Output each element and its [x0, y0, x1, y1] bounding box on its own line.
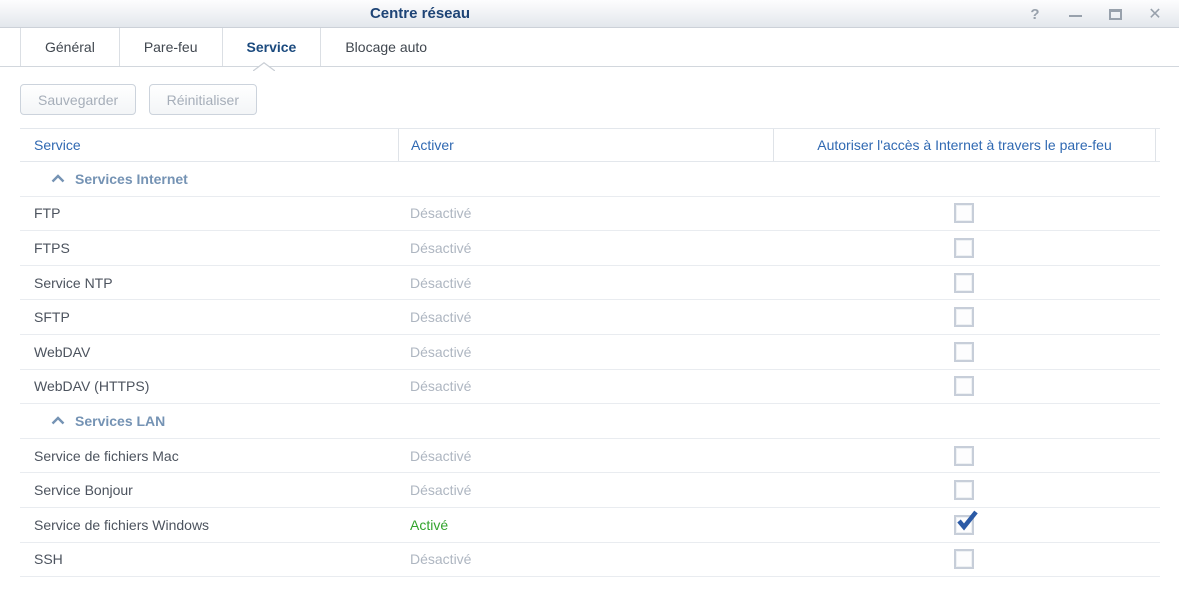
table-row: FTPS Désactivé: [20, 231, 1160, 266]
service-name-cell: FTP: [34, 205, 61, 222]
group-header-services-internet[interactable]: Services Internet: [20, 162, 1160, 197]
column-header-service[interactable]: Service: [20, 129, 398, 161]
column-header-activer[interactable]: Activer: [398, 129, 773, 161]
service-name-cell: FTPS: [34, 239, 70, 256]
network-center-window: Centre réseau ? ✕ Général Pare-feu Servi…: [0, 0, 1179, 603]
chevron-up-icon: [51, 174, 65, 183]
firewall-allow-checkbox[interactable]: [954, 480, 974, 501]
service-name-cell: SSH: [34, 551, 63, 568]
service-name-cell: WebDAV (HTTPS): [34, 378, 150, 395]
firewall-allow-checkbox[interactable]: [954, 272, 974, 293]
table-row: Service Bonjour Désactivé: [20, 473, 1160, 508]
services-table: Service Activer Autoriser l'accès à Inte…: [20, 128, 1160, 578]
chevron-up-icon: [51, 416, 65, 425]
reset-button[interactable]: Réinitialiser: [148, 84, 257, 115]
help-icon[interactable]: ?: [1023, 2, 1047, 26]
status-text: Activé: [410, 516, 449, 533]
save-button[interactable]: Sauvegarder: [20, 84, 137, 115]
status-text: Désactivé: [410, 239, 472, 256]
status-text: Désactivé: [410, 343, 472, 360]
titlebar: Centre réseau ? ✕: [0, 0, 1179, 28]
service-name-cell: Service NTP: [34, 274, 113, 291]
firewall-allow-checkbox[interactable]: [954, 549, 974, 570]
toolbar: Sauvegarder Réinitialiser: [0, 67, 1179, 128]
table-row: SFTP Désactivé: [20, 300, 1160, 335]
group-header-services-lan[interactable]: Services LAN: [20, 404, 1160, 439]
tab-bar: Général Pare-feu Service Blocage auto: [0, 28, 1179, 72]
table-row: Service de fichiers Mac Désactivé: [20, 439, 1160, 474]
service-name-cell: WebDAV: [34, 343, 91, 360]
column-header-firewall-access[interactable]: Autoriser l'accès à Internet à travers l…: [773, 129, 1155, 161]
status-text: Désactivé: [410, 378, 472, 395]
table-row: Service de fichiers Windows Activé: [20, 508, 1160, 543]
status-text: Désactivé: [410, 447, 472, 464]
window-controls: ? ✕: [1015, 0, 1175, 28]
firewall-allow-checkbox[interactable]: [954, 341, 974, 362]
window-title: Centre réseau: [369, 5, 471, 22]
tab-pare-feu[interactable]: Pare-feu: [118, 28, 222, 66]
table-row: SSH Désactivé: [20, 543, 1160, 578]
table-header: Service Activer Autoriser l'accès à Inte…: [20, 128, 1160, 162]
table-row: FTP Désactivé: [20, 197, 1160, 232]
service-name-cell: Service de fichiers Mac: [34, 447, 179, 464]
service-name-cell: Service de fichiers Windows: [34, 516, 210, 533]
minimize-icon[interactable]: [1063, 2, 1087, 26]
tab-blocage-auto[interactable]: Blocage auto: [320, 28, 451, 66]
table-row: WebDAV (HTTPS) Désactivé: [20, 370, 1160, 405]
table-row: WebDAV Désactivé: [20, 335, 1160, 370]
service-name-cell: Service Bonjour: [34, 482, 133, 499]
firewall-allow-checkbox[interactable]: [954, 445, 974, 466]
status-text: Désactivé: [410, 482, 472, 499]
firewall-allow-checkbox[interactable]: [954, 237, 974, 258]
service-name-cell: SFTP: [34, 309, 70, 326]
status-text: Désactivé: [410, 309, 472, 326]
firewall-allow-checkbox[interactable]: [954, 376, 974, 397]
firewall-allow-checkbox[interactable]: [954, 510, 978, 535]
tab-general[interactable]: Général: [20, 28, 119, 66]
status-text: Désactivé: [410, 274, 472, 291]
table-row: Service NTP Désactivé: [20, 266, 1160, 301]
active-tab-notch: [252, 58, 276, 72]
firewall-allow-checkbox[interactable]: [954, 203, 974, 224]
group-label: Services Internet: [75, 170, 188, 187]
close-icon[interactable]: ✕: [1143, 2, 1167, 26]
maximize-icon[interactable]: [1103, 2, 1127, 26]
status-text: Désactivé: [410, 205, 472, 222]
firewall-allow-checkbox[interactable]: [954, 307, 974, 328]
column-header-stub: [1155, 129, 1160, 161]
status-text: Désactivé: [410, 551, 472, 568]
group-label: Services LAN: [75, 412, 166, 429]
